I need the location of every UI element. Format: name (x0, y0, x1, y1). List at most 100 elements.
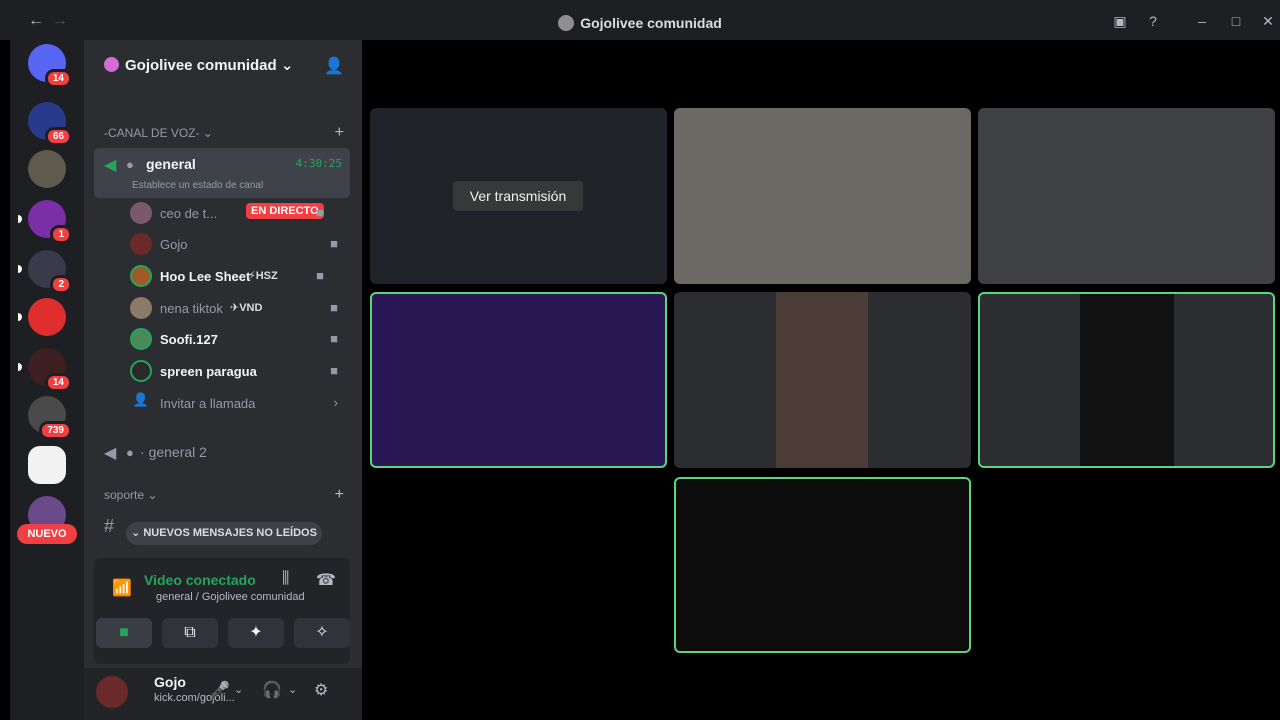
live-badge: EN DIRECTO (246, 203, 324, 219)
speaker-icon: ◀ (104, 445, 117, 462)
voice-user[interactable]: Soofi.127 ■ (130, 326, 350, 354)
camera-icon: ■ (330, 300, 338, 315)
call-timer: 4:30:25 (295, 157, 342, 170)
new-unread-messages-button[interactable]: ⌄ NUEVOS MENSAJES NO LEÍDOS (126, 522, 322, 545)
chevron-down-icon[interactable]: ⌄ (234, 683, 243, 696)
help-icon[interactable]: ? (1143, 13, 1163, 29)
activities-button[interactable]: ✦ (228, 618, 284, 648)
new-badge[interactable]: NUEVO (17, 524, 77, 544)
add-channel-icon[interactable]: + (335, 124, 344, 142)
badge: 739 (39, 421, 72, 440)
screen-share-button[interactable]: ⧉ (162, 618, 218, 648)
soundboard-button[interactable]: ✧ (294, 618, 350, 648)
server-list: 14 66 1 2 14 739 NUEVO (10, 40, 84, 720)
noise-suppression-icon[interactable]: ⫼ (282, 570, 289, 588)
voice-user[interactable]: Hoo Lee Sheet ⚡HSZ ■ (130, 263, 350, 291)
speaker-icon: ◀ (104, 157, 117, 174)
avatar (130, 328, 152, 350)
guild-header[interactable]: Gojolivee comunidad ⌄ 👤 (84, 40, 362, 90)
voice-user[interactable]: Gojo ■ (130, 231, 350, 259)
clan-tag: ✈VND (230, 302, 263, 314)
server-icon[interactable]: 14 (18, 348, 72, 392)
category-support[interactable]: soporte ⌄ (104, 488, 157, 502)
close-icon[interactable]: ✕ (1258, 13, 1278, 30)
inbox-icon[interactable]: ▣ (1110, 13, 1130, 30)
video-feed (776, 292, 868, 468)
window-title-text: Gojolivee comunidad (580, 15, 722, 31)
server-icon[interactable]: 739 (28, 396, 72, 440)
camera-icon: ■ (316, 268, 324, 283)
voice-connection-panel: 📶 Video conectado general / Gojolivee co… (94, 558, 350, 664)
add-member-icon[interactable]: 👤 (324, 56, 344, 76)
invite-label: Invitar a llamada (160, 396, 256, 411)
unread-indicator (18, 313, 22, 321)
server-icon[interactable] (28, 150, 66, 188)
server-icon[interactable]: 2 (18, 250, 72, 294)
window-title: Gojolivee comunidad (0, 15, 1280, 31)
guild-name-text: Gojolivee comunidad (125, 57, 277, 74)
chevron-down-icon[interactable]: ⌄ (288, 683, 297, 696)
title-bar: ← → Gojolivee comunidad ▣ ? – □ ✕ (0, 0, 1280, 40)
watch-stream-button[interactable]: Ver transmisión (453, 181, 583, 211)
avatar (130, 360, 152, 382)
clan-tag-text: VND (239, 302, 263, 314)
voice-channel-general[interactable]: ◀ ● general 4:30:25 Establece un estado … (94, 148, 350, 198)
video-tile[interactable] (674, 477, 971, 653)
channel-name: · general 2 (140, 444, 207, 460)
connection-signal-icon[interactable]: 📶 (112, 578, 132, 598)
badge: 14 (44, 373, 72, 392)
voice-user[interactable]: nena tiktok ✈VND ■ (130, 295, 350, 323)
badge: 1 (50, 225, 72, 244)
invite-to-call[interactable]: 👤 Invitar a llamada › (130, 390, 350, 418)
add-channel-icon[interactable]: + (335, 486, 344, 504)
avatar (130, 202, 152, 224)
chevron-right-icon: › (333, 395, 338, 410)
settings-gear-icon[interactable]: ⚙ (314, 680, 328, 700)
avatar[interactable] (96, 676, 128, 708)
guild-name[interactable]: Gojolivee comunidad ⌄ (104, 56, 293, 74)
channel-status[interactable]: Establece un estado de canal (132, 180, 263, 191)
server-icon[interactable]: 1 (18, 200, 72, 244)
video-tile[interactable] (978, 108, 1275, 284)
user-panel: Gojo kick.com/gojoli... 🎤 ⌄ 🎧 ⌄ ⚙ (84, 668, 362, 720)
category-label: -CANAL DE VOZ- (104, 126, 200, 140)
video-tile[interactable] (674, 108, 971, 284)
stream-tile[interactable]: Ver transmisión (370, 108, 667, 284)
username: Gojo (160, 237, 188, 252)
video-tile[interactable] (370, 292, 667, 468)
disconnect-icon[interactable]: ☎ (316, 570, 336, 590)
unread-indicator (18, 215, 22, 223)
camera-icon: ■ (330, 331, 338, 346)
server-icon[interactable] (18, 298, 66, 336)
headphones-icon[interactable]: 🎧 (262, 680, 282, 700)
username: Hoo Lee Sheet (160, 269, 251, 284)
voice-user[interactable]: ceo de t... EN DIRECTO ■ (130, 200, 350, 228)
clan-tag: ⚡HSZ (248, 270, 278, 282)
server-icon[interactable] (28, 446, 66, 484)
username: nena tiktok (160, 301, 223, 316)
connection-channel[interactable]: general / Gojolivee comunidad (156, 591, 305, 603)
microphone-icon[interactable]: 🎤 (210, 680, 230, 700)
maximize-icon[interactable]: □ (1226, 13, 1246, 29)
server-icon (558, 15, 575, 31)
badge: 2 (50, 275, 72, 294)
video-tile[interactable] (978, 292, 1275, 468)
badge: 66 (44, 127, 72, 146)
username[interactable]: Gojo (154, 674, 186, 690)
minimize-icon[interactable]: – (1192, 13, 1212, 29)
text-channel-icon[interactable]: # (104, 516, 114, 537)
voice-channel-general-2[interactable]: ◀ ● · general 2 (94, 436, 350, 466)
unread-label: NUEVOS MENSAJES NO LEÍDOS (143, 527, 317, 539)
connection-status[interactable]: Video conectado (144, 572, 256, 588)
camera-toggle-button[interactable]: ■ (96, 618, 152, 648)
category-voice[interactable]: -CANAL DE VOZ- ⌄ (104, 126, 213, 140)
user-limit-icon: ● (126, 445, 134, 460)
video-tile[interactable] (674, 292, 971, 468)
camera-icon: ■ (330, 236, 338, 251)
voice-user[interactable]: spreen paragua ■ (130, 358, 350, 386)
server-icon[interactable]: 66 (28, 102, 72, 146)
unread-indicator (18, 363, 22, 371)
add-user-icon: 👤 (132, 392, 150, 407)
discord-home-icon[interactable]: 14 (28, 44, 72, 88)
clan-tag-text: HSZ (255, 270, 278, 282)
